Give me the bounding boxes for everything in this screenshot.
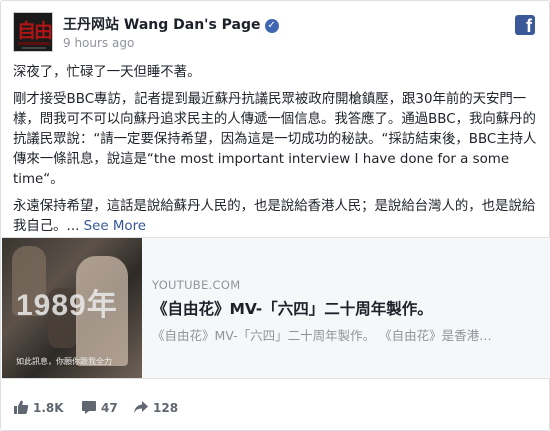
page-name[interactable]: 王丹网站 Wang Dan's Page	[63, 17, 261, 33]
link-title[interactable]: 《自由花》MV-「六四」二十周年製作。	[152, 297, 538, 319]
comment-button[interactable]: 47	[81, 399, 118, 415]
page-name-link[interactable]: 王丹网站 Wang Dan's Page ✓	[63, 14, 279, 34]
thumbs-up-icon	[14, 400, 29, 414]
thumbnail-caption: 如此訊息，你願你跟我全力	[16, 357, 112, 366]
post-paragraph: 深夜了，忙碌了一天但睡不著。	[13, 65, 201, 80]
post-header: 自由 王丹网站 Wang Dan's Page ✓ 9 hours ago f	[13, 11, 537, 55]
post-paragraph-last: 永遠保持希望，這話是說給蘇丹人民的，也是說給香港人民；是說給台灣人的，也是說給我…	[13, 197, 539, 237]
avatar-logo-text: 自由	[17, 20, 52, 42]
comment-count: 47	[101, 401, 118, 415]
like-count: 1.8K	[33, 401, 64, 415]
comment-bubble-icon	[82, 401, 96, 414]
facebook-post-embed: 自由 王丹网站 Wang Dan's Page ✓ 9 hours ago f 深…	[0, 0, 550, 431]
avatar-decoration	[18, 42, 50, 45]
thumbnail-year-text: 1989年	[16, 289, 118, 322]
share-button[interactable]: 128	[133, 399, 178, 415]
page-avatar[interactable]: 自由	[13, 12, 53, 52]
share-count: 128	[153, 401, 179, 415]
link-domain: YOUTUBE.COM	[152, 278, 241, 292]
share-arrow-icon	[134, 401, 148, 413]
like-button[interactable]: 1.8K	[13, 399, 64, 415]
video-thumbnail[interactable]: 1989年 如此訊息，你願你跟我全力	[2, 238, 142, 378]
see-more-link[interactable]: See More	[84, 219, 146, 234]
facebook-logo-icon[interactable]: f	[515, 15, 535, 35]
link-description: 《自由花》MV-「六四」二十周年製作。 《自由花》是香港…	[152, 328, 492, 343]
link-card-text: YOUTUBE.COM 《自由花》MV-「六四」二十周年製作。 《自由花》MV-…	[152, 278, 538, 344]
post-timestamp[interactable]: 9 hours ago	[63, 36, 134, 50]
verified-badge-icon: ✓	[264, 19, 279, 33]
post-paragraph: 剛才接受BBC專訪，記者提到最近蘇丹抗議民眾被政府開槍鎮壓，跟30年前的天安門一…	[13, 92, 537, 187]
avatar-decoration-line	[22, 47, 46, 49]
link-preview-card[interactable]: 1989年 如此訊息，你願你跟我全力 YOUTUBE.COM 《自由花》MV-「…	[2, 237, 550, 379]
post-body: 深夜了，忙碌了一天但睡不著。 剛才接受BBC專訪，記者提到最近蘇丹抗議民眾被政府…	[13, 63, 539, 244]
